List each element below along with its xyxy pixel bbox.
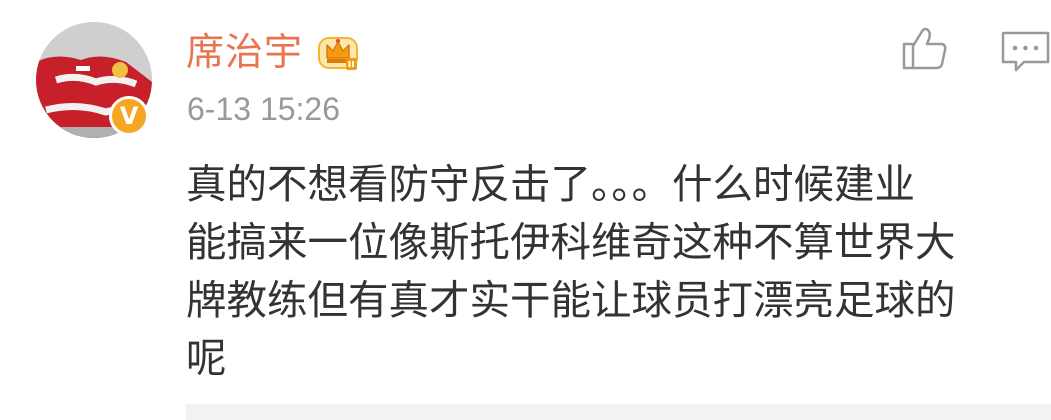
timestamp: 6-13 15:26 bbox=[187, 91, 341, 127]
comment-text: 真的不想看防守反击了。。。什么时候建业 能搞来一位像斯托伊科维奇这种不算世界大 … bbox=[186, 160, 956, 382]
thumbs-up-icon[interactable] bbox=[900, 24, 948, 72]
comment-icon[interactable] bbox=[1000, 28, 1051, 74]
verified-badge: V bbox=[109, 96, 149, 136]
crown-icon bbox=[318, 37, 358, 70]
username[interactable]: 席治宇 bbox=[186, 28, 303, 76]
reply-area bbox=[186, 404, 1051, 420]
comment-item: V 席治宇 6-13 15:26 真的不想看防守反击了。。。什么时候建业 能搞来… bbox=[0, 0, 1051, 420]
